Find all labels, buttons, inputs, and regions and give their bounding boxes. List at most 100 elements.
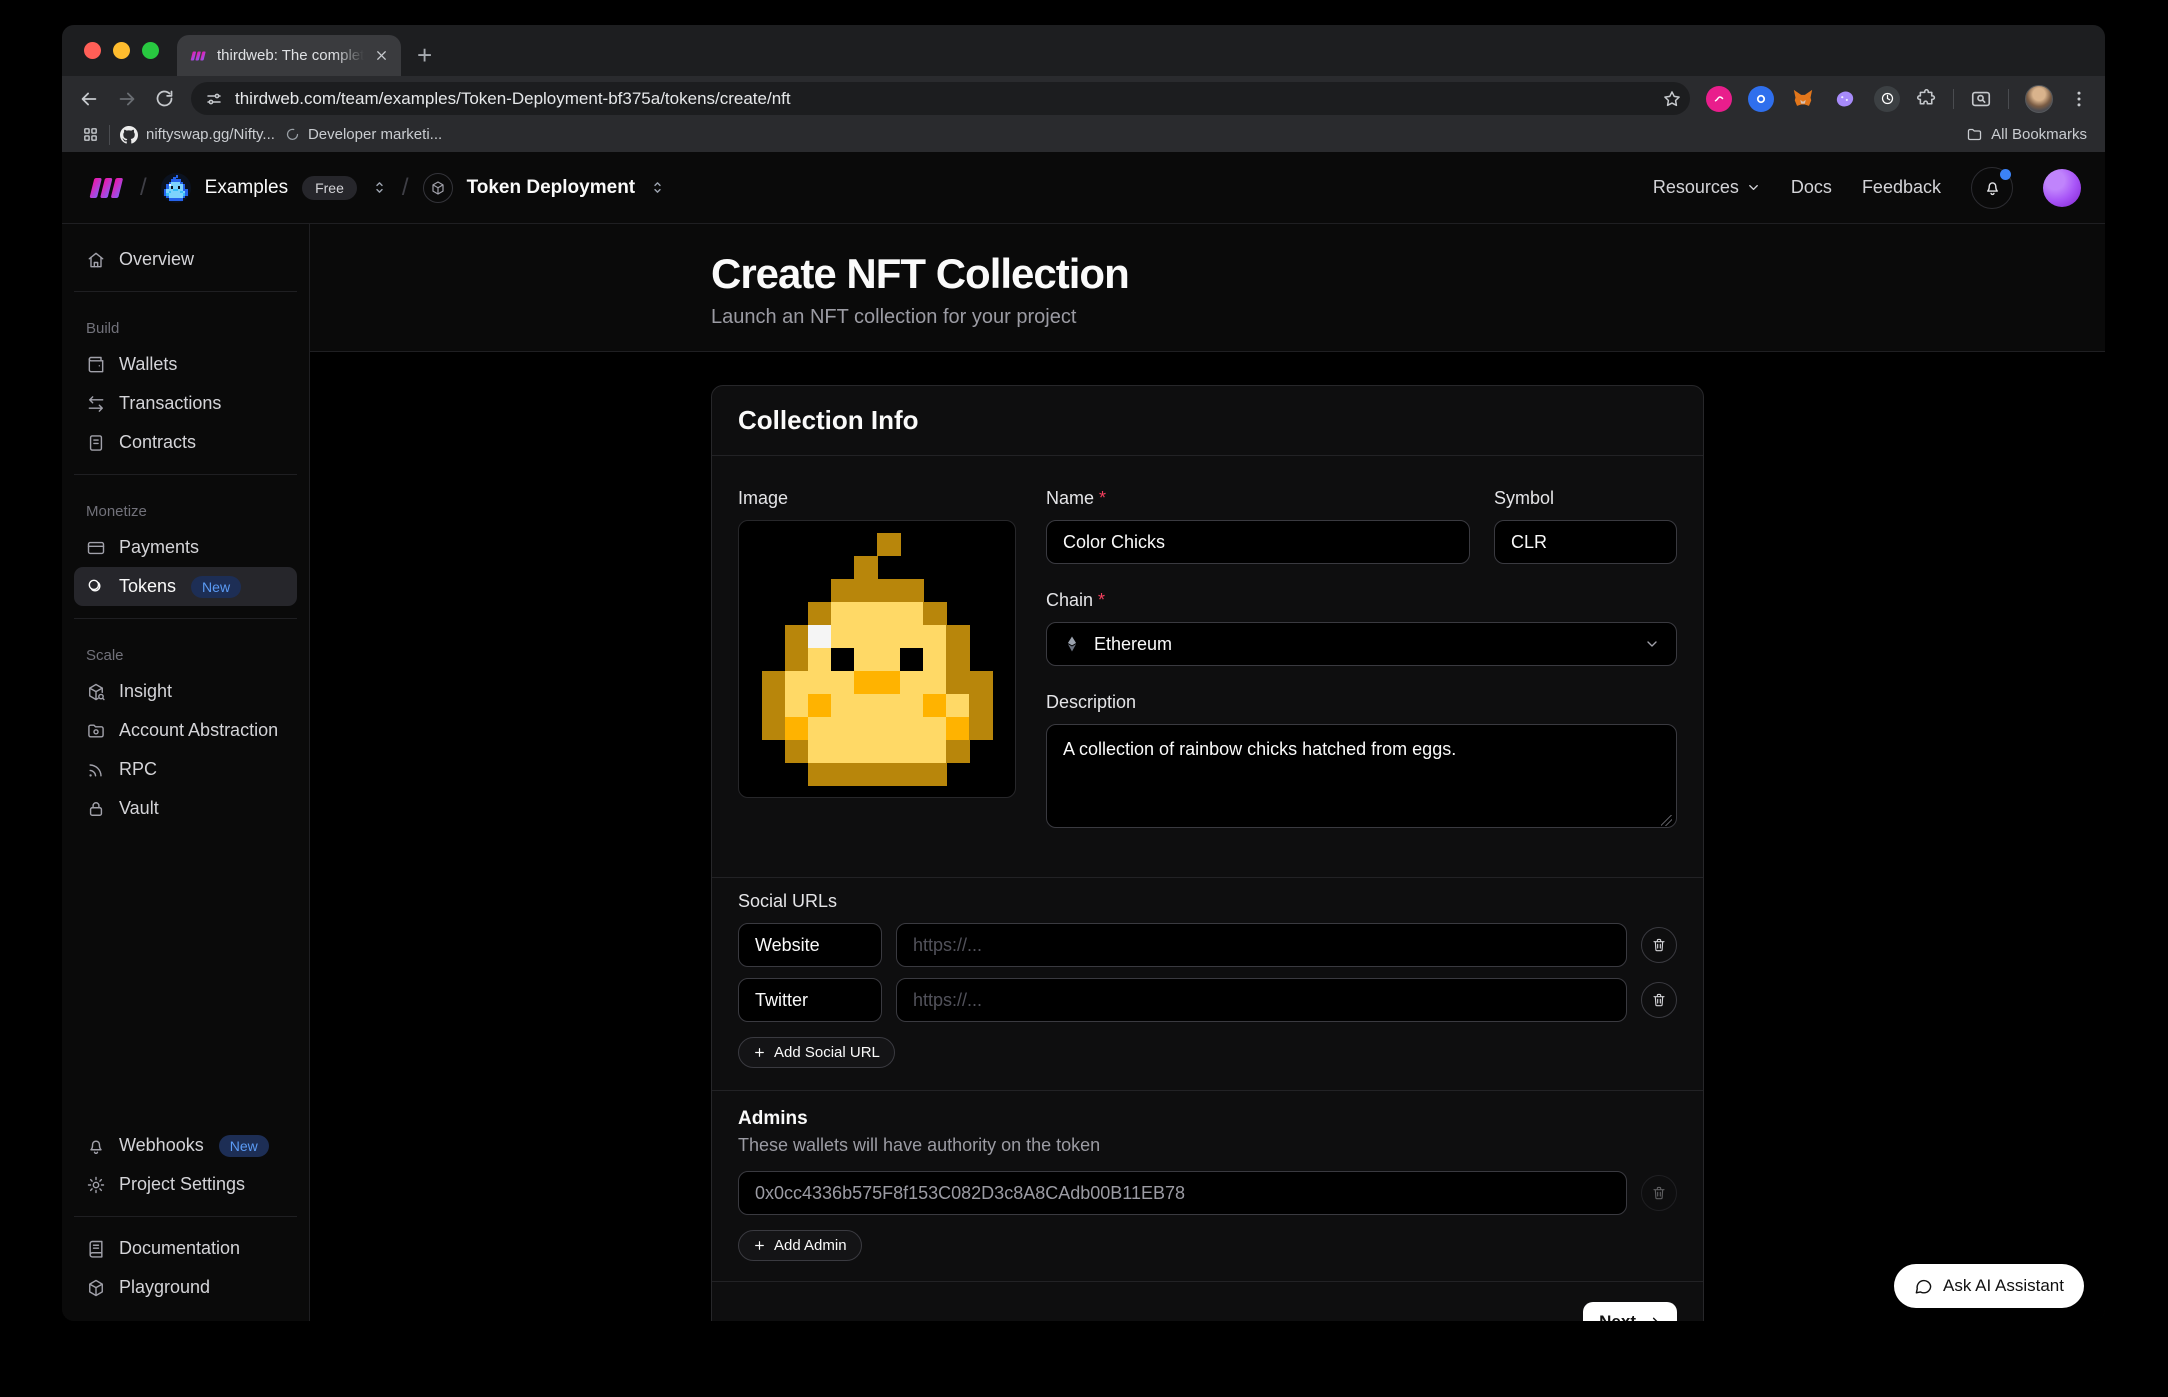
url-text[interactable]: thirdweb.com/team/examples/Token-Deploym… (235, 89, 1650, 109)
description-label: Description (1046, 692, 1136, 713)
ask-ai-assistant-button[interactable]: Ask AI Assistant (1894, 1264, 2084, 1308)
feedback-link[interactable]: Feedback (1862, 177, 1941, 198)
sidebar-item-webhooks[interactable]: Webhooks New (74, 1126, 297, 1165)
toolbar-divider (2008, 89, 2009, 109)
team-switcher-icon[interactable] (371, 179, 388, 196)
coin-icon (86, 577, 106, 597)
ask-ai-assistant-label: Ask AI Assistant (1943, 1276, 2064, 1296)
sidebar-item-vault[interactable]: Vault (74, 789, 297, 828)
admin-wallet-input[interactable] (738, 1171, 1627, 1215)
back-icon[interactable] (78, 88, 100, 110)
extension-purple-icon[interactable] (1832, 86, 1858, 112)
sidebar-item-wallets[interactable]: Wallets (74, 345, 297, 384)
credit-card-icon (86, 538, 106, 558)
pixel (946, 648, 970, 672)
bookmark-item-github[interactable]: niftyswap.gg/Nifty... (120, 126, 275, 144)
extension-blue-icon[interactable] (1748, 86, 1774, 112)
sidebar-item-account-abstraction[interactable]: Account Abstraction (74, 711, 297, 750)
browser-window: thirdweb: The complete web3 + (62, 25, 2105, 1321)
cube-icon (86, 1278, 106, 1298)
trash-icon (1651, 1185, 1667, 1201)
sidebar-item-project-settings[interactable]: Project Settings (74, 1165, 297, 1204)
project-switcher-icon[interactable] (649, 179, 666, 196)
pixel (946, 740, 970, 764)
breadcrumb: / Examples Free / Token Deployment (86, 173, 666, 203)
chevron-down-icon (1746, 180, 1761, 195)
extension-pink-icon[interactable] (1706, 86, 1732, 112)
site-settings-icon[interactable] (205, 90, 223, 108)
social-platform-input[interactable] (738, 923, 882, 967)
bookmarks-divider (109, 125, 110, 145)
sidebar-item-insight[interactable]: Insight (74, 672, 297, 711)
pixel (854, 556, 878, 580)
maximize-window-button[interactable] (142, 42, 159, 59)
browser-menu-icon[interactable] (2069, 89, 2089, 109)
description-textarea[interactable]: A collection of rainbow chicks hatched f… (1046, 724, 1677, 828)
team-avatar (161, 173, 191, 203)
bell-icon (86, 1136, 106, 1156)
sidebar-label: Project Settings (119, 1174, 245, 1195)
account-avatar[interactable] (2043, 169, 2081, 207)
card-title: Collection Info (738, 405, 919, 435)
close-window-button[interactable] (84, 42, 101, 59)
sidebar-item-overview[interactable]: Overview (74, 240, 297, 279)
add-social-url-button[interactable]: Add Social URL (738, 1037, 895, 1068)
forward-icon[interactable] (116, 88, 138, 110)
admins-label: Admins (738, 1108, 1677, 1130)
add-admin-button[interactable]: Add Admin (738, 1230, 862, 1261)
all-bookmarks-button[interactable]: All Bookmarks (1966, 126, 2087, 143)
team-name[interactable]: Examples (205, 177, 288, 199)
sidebar-item-documentation[interactable]: Documentation (74, 1229, 297, 1268)
sidebar-item-playground[interactable]: Playground (74, 1268, 297, 1307)
bell-icon (1983, 178, 2002, 197)
image-field: Image (738, 488, 1016, 833)
chain-select[interactable]: Ethereum (1046, 622, 1677, 666)
sidebar-item-tokens[interactable]: Tokens New (74, 567, 297, 606)
notifications-button[interactable] (1971, 167, 2013, 209)
social-platform-input[interactable] (738, 978, 882, 1022)
pixel (946, 717, 970, 741)
project-name[interactable]: Token Deployment (467, 177, 636, 199)
docs-link[interactable]: Docs (1791, 177, 1832, 198)
delete-admin-button[interactable] (1641, 1175, 1677, 1211)
browser-profile-avatar[interactable] (2025, 85, 2053, 113)
bookmark-item-doc[interactable]: Developer marketi... (285, 126, 442, 143)
social-url-input[interactable] (896, 978, 1627, 1022)
pixel (900, 694, 924, 718)
sidebar-item-payments[interactable]: Payments (74, 528, 297, 567)
url-bar[interactable]: thirdweb.com/team/examples/Token-Deploym… (191, 82, 1690, 115)
pixel (877, 694, 901, 718)
delete-social-url-button[interactable] (1641, 982, 1677, 1018)
sidebar-item-rpc[interactable]: RPC (74, 750, 297, 789)
resources-menu[interactable]: Resources (1653, 177, 1761, 198)
pixel (854, 763, 878, 787)
name-input[interactable] (1046, 520, 1470, 564)
extensions-puzzle-icon[interactable] (1916, 88, 1937, 109)
pixel (762, 671, 786, 695)
apps-grid-icon[interactable] (82, 126, 99, 143)
metamask-icon[interactable] (1790, 86, 1816, 112)
tab-close-icon[interactable] (374, 48, 389, 63)
delete-social-url-button[interactable] (1641, 927, 1677, 963)
pixel (831, 694, 855, 718)
sidebar-label: Tokens (119, 576, 176, 597)
reload-icon[interactable] (154, 88, 175, 109)
history-clock-icon[interactable] (1874, 86, 1900, 112)
new-tab-button[interactable]: + (401, 42, 432, 76)
tab-search-icon[interactable] (1970, 88, 1992, 110)
package-search-icon (86, 682, 106, 702)
sidebar-section-build: Build (86, 320, 285, 337)
social-url-input[interactable] (896, 923, 1627, 967)
symbol-input[interactable] (1494, 520, 1677, 564)
next-button[interactable]: Next (1583, 1302, 1677, 1321)
thirdweb-logo[interactable] (86, 176, 126, 200)
minimize-window-button[interactable] (113, 42, 130, 59)
browser-tab[interactable]: thirdweb: The complete web3 (177, 35, 401, 76)
collection-image-upload[interactable] (738, 520, 1016, 798)
folder-icon (86, 721, 106, 741)
arrows-left-right-icon (86, 394, 106, 414)
bookmark-star-icon[interactable] (1662, 89, 1682, 109)
sidebar-label: Payments (119, 537, 199, 558)
sidebar-item-contracts[interactable]: Contracts (74, 423, 297, 462)
sidebar-item-transactions[interactable]: Transactions (74, 384, 297, 423)
